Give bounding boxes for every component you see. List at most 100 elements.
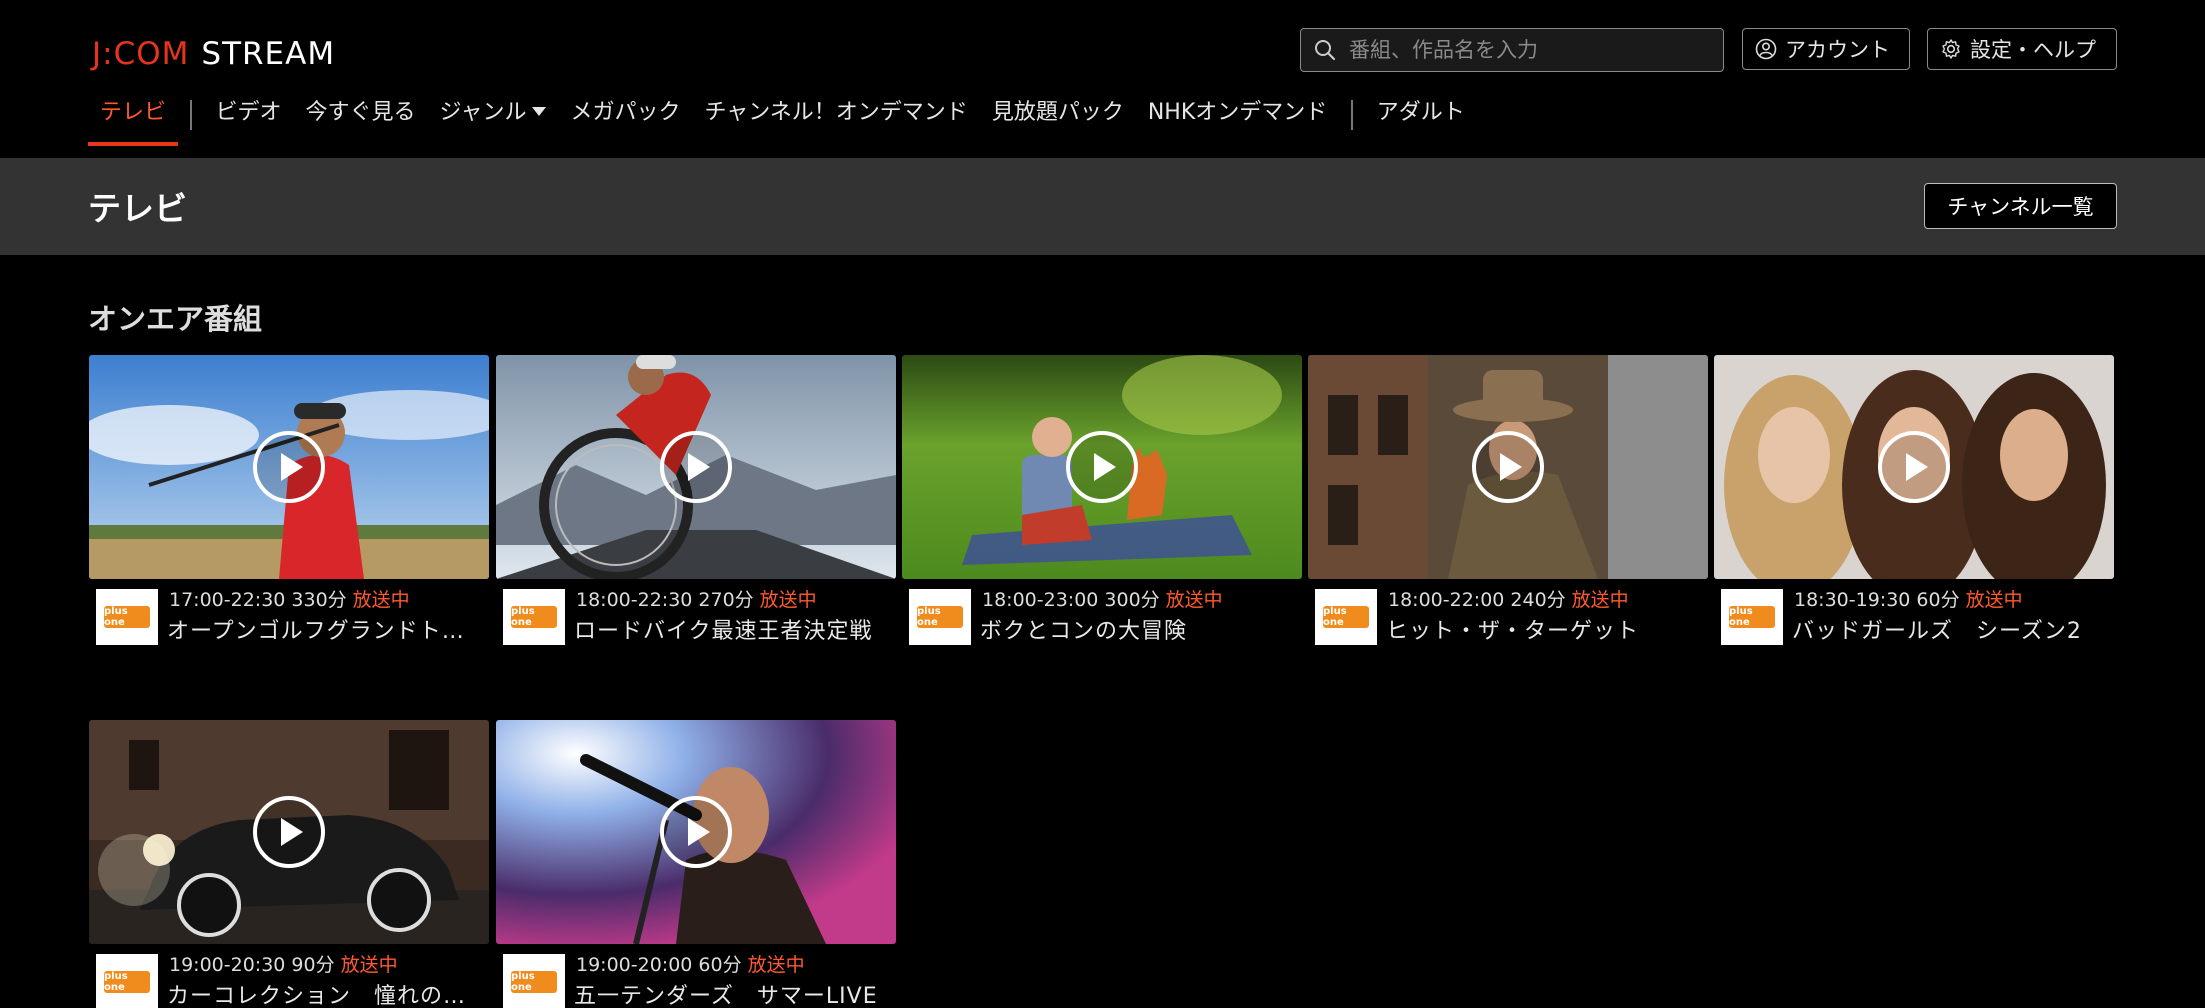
channel-logo: plus one (96, 589, 158, 645)
program-title[interactable]: 五一テンダーズ サマーLIVE (574, 978, 892, 1008)
program-time: 18:00-22:30 270分 (576, 589, 754, 611)
channel-logo-text: plus one (1323, 606, 1369, 628)
header: J:COM STREAM アカウント 設定・ヘルプ テレビ ビデオ 今すぐ見る … (0, 0, 2205, 158)
channel-logo-text: plus one (511, 971, 557, 993)
nav-item-adult[interactable]: アダルト (1365, 96, 1477, 146)
nav-item-genre-label: ジャンル (439, 100, 527, 125)
play-icon (281, 818, 303, 846)
program-time: 17:00-22:30 330分 (169, 589, 347, 611)
channel-logo: plus one (503, 954, 565, 1008)
play-button[interactable] (660, 431, 732, 503)
channel-logo: plus one (909, 589, 971, 645)
channel-logo-text: plus one (104, 971, 150, 993)
program-card[interactable]: plus one 19:00-20:30 90分 放送中 カーコレクション 憧れの… (89, 720, 489, 1008)
program-card[interactable]: plus one 18:00-22:30 270分 放送中 ロードバイク最速王者決… (496, 355, 896, 655)
program-thumbnail[interactable] (1308, 355, 1708, 579)
nav-item-nhk-on-demand[interactable]: NHKオンデマンド (1136, 96, 1339, 146)
search-input[interactable] (1349, 38, 1709, 62)
logo-brand-stream: STREAM (201, 36, 336, 72)
program-thumbnail[interactable] (902, 355, 1302, 579)
play-button[interactable] (660, 796, 732, 868)
play-icon (1094, 453, 1116, 481)
program-time: 18:00-22:00 240分 (1388, 589, 1566, 611)
search-icon (1315, 40, 1336, 61)
program-meta: 18:30-19:30 60分 放送中 (1794, 585, 2023, 612)
program-title[interactable]: オープンゴルフグランドトーナメント (167, 613, 485, 645)
program-title[interactable]: ヒット・ザ・ターゲット (1386, 613, 1704, 645)
nav-item-unlimited-pack[interactable]: 見放題パック (980, 96, 1136, 146)
main-nav: テレビ ビデオ 今すぐ見る ジャンル メガパック チャンネル！オンデマンド 見放… (88, 96, 1477, 146)
program-thumbnail[interactable] (496, 720, 896, 944)
program-thumbnail[interactable] (89, 355, 489, 579)
play-button[interactable] (1066, 431, 1138, 503)
play-icon (281, 453, 303, 481)
section-title-on-air: オンエア番組 (88, 302, 263, 336)
program-card[interactable]: plus one 19:00-20:00 60分 放送中 五一テンダーズ サマーL… (496, 720, 896, 1008)
account-button-label: アカウント (1785, 38, 1890, 62)
play-icon (688, 453, 710, 481)
play-button[interactable] (253, 796, 325, 868)
settings-help-button-label: 設定・ヘルプ (1970, 38, 2096, 62)
channel-logo: plus one (503, 589, 565, 645)
program-meta: 18:00-22:00 240分 放送中 (1388, 585, 1629, 612)
account-button[interactable]: アカウント (1742, 28, 1910, 70)
on-air-badge: 放送中 (340, 954, 398, 976)
program-meta: 18:00-23:00 300分 放送中 (982, 585, 1223, 612)
nav-item-genre[interactable]: ジャンル (428, 96, 559, 146)
on-air-badge: 放送中 (352, 589, 410, 611)
play-button[interactable] (1878, 431, 1950, 503)
nav-divider (1351, 100, 1353, 130)
channel-logo: plus one (1315, 589, 1377, 645)
channel-logo: plus one (1721, 589, 1783, 645)
program-title[interactable]: ボクとコンの大冒険 (980, 613, 1298, 645)
program-card[interactable]: plus one 18:00-23:00 300分 放送中 ボクとコンの大冒険 (902, 355, 1302, 655)
on-air-badge: 放送中 (1965, 589, 2023, 611)
on-air-badge: 放送中 (1571, 589, 1629, 611)
gear-icon (1942, 39, 1960, 59)
program-card[interactable]: plus one 17:00-22:30 330分 放送中 オープンゴルフグランド… (89, 355, 489, 655)
channel-logo-text: plus one (1729, 606, 1775, 628)
channel-logo: plus one (96, 954, 158, 1008)
program-title[interactable]: バッドガールズ シーズン2 (1792, 613, 2110, 645)
on-air-badge: 放送中 (747, 954, 805, 976)
program-meta: 17:00-22:30 330分 放送中 (169, 585, 410, 612)
play-icon (1906, 453, 1928, 481)
user-icon (1755, 38, 1777, 60)
program-thumbnail[interactable] (496, 355, 896, 579)
channel-logo-text: plus one (104, 606, 150, 628)
nav-item-channel-on-demand[interactable]: チャンネル！オンデマンド (692, 96, 979, 146)
program-meta: 18:00-22:30 270分 放送中 (576, 585, 817, 612)
on-air-badge: 放送中 (759, 589, 817, 611)
nav-item-tv[interactable]: テレビ (88, 96, 179, 146)
nav-item-video[interactable]: ビデオ (204, 96, 294, 146)
program-time: 18:00-23:00 300分 (982, 589, 1160, 611)
page-title: テレビ (88, 189, 187, 228)
nav-divider (190, 100, 192, 130)
program-title[interactable]: ロードバイク最速王者決定戦 (574, 613, 892, 645)
chevron-down-icon (532, 107, 547, 116)
program-time: 18:30-19:30 60分 (1794, 589, 1960, 611)
program-meta: 19:00-20:00 60分 放送中 (576, 950, 805, 977)
play-icon (1500, 453, 1522, 481)
program-card[interactable]: plus one 18:00-22:00 240分 放送中 ヒット・ザ・ターゲット (1308, 355, 1708, 655)
settings-help-button[interactable]: 設定・ヘルプ (1927, 28, 2117, 70)
channel-logo-text: plus one (511, 606, 557, 628)
program-card[interactable]: plus one 18:30-19:30 60分 放送中 バッドガールズ シーズン… (1714, 355, 2114, 655)
logo-brand-jcom: J:COM (92, 36, 190, 72)
channel-logo-text: plus one (917, 606, 963, 628)
play-button[interactable] (1472, 431, 1544, 503)
search-box[interactable] (1300, 28, 1724, 72)
program-meta: 19:00-20:30 90分 放送中 (169, 950, 398, 977)
program-thumbnail[interactable] (1714, 355, 2114, 579)
on-air-badge: 放送中 (1165, 589, 1223, 611)
nav-item-watch-now[interactable]: 今すぐ見る (294, 96, 428, 146)
program-thumbnail[interactable] (89, 720, 489, 944)
play-icon (688, 818, 710, 846)
nav-item-mega-pack[interactable]: メガパック (558, 96, 692, 146)
channel-list-button[interactable]: チャンネル一覧 (1924, 183, 2117, 229)
play-button[interactable] (253, 431, 325, 503)
page-title-bar: テレビ チャンネル一覧 (0, 158, 2205, 255)
jcom-stream-logo[interactable]: J:COM STREAM (92, 36, 335, 76)
program-time: 19:00-20:00 60分 (576, 954, 742, 976)
program-title[interactable]: カーコレクション 憧れの名車たち (167, 978, 485, 1008)
